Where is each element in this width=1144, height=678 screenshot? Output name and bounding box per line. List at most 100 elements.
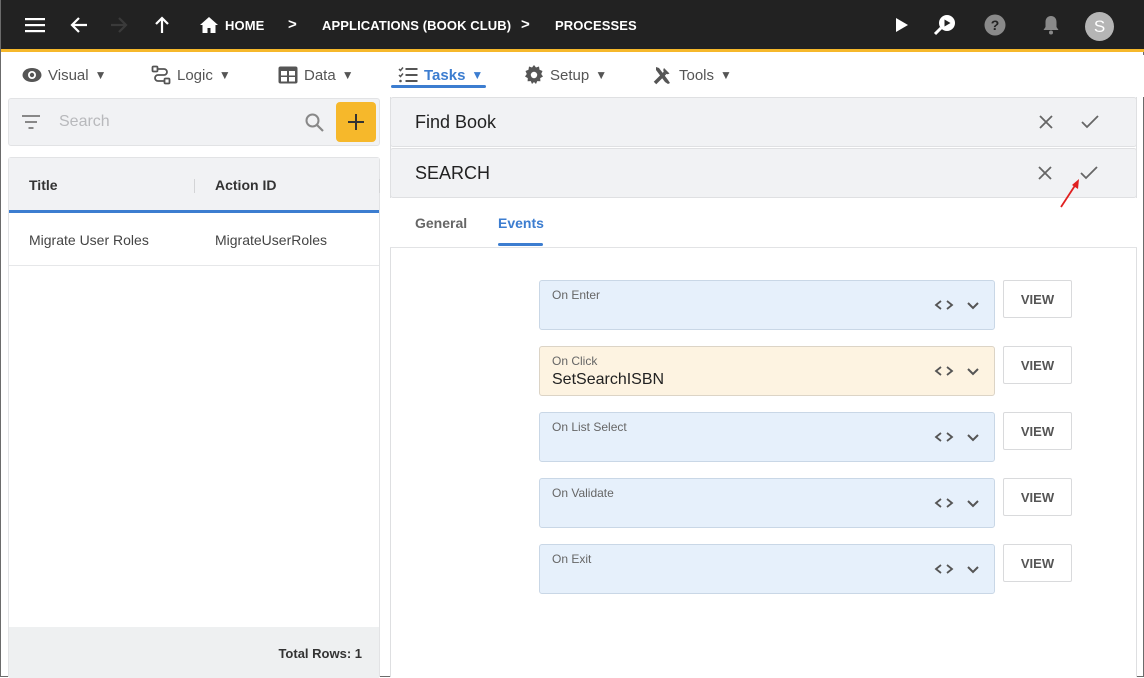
column-header-title[interactable]: Title — [29, 177, 58, 193]
list-footer: Total Rows: 1 — [9, 627, 379, 678]
search-input[interactable] — [59, 111, 289, 133]
menu-bar: Visual ▼ Logic ▼ Data ▼ Tasks ▼ Setup ▼ … — [1, 55, 1144, 134]
active-menu-indicator — [391, 85, 486, 88]
event-label: On List Select — [552, 420, 627, 434]
process-list: Title Action ID Migrate User Roles Migra… — [8, 157, 380, 678]
tab-events[interactable]: Events — [498, 215, 544, 231]
table-grid-icon — [278, 66, 298, 84]
view-button-on-enter[interactable]: VIEW — [1003, 280, 1072, 318]
active-tab-indicator — [498, 243, 543, 246]
check-icon — [1080, 166, 1098, 180]
column-divider[interactable] — [379, 179, 380, 193]
sub-form-title: SEARCH — [415, 163, 491, 183]
chevron-down-icon[interactable] — [966, 431, 980, 445]
view-button-on-list-select[interactable]: VIEW — [1003, 412, 1072, 450]
close-icon — [1039, 115, 1053, 129]
check-icon — [1081, 115, 1099, 129]
chevron-down-icon[interactable] — [966, 497, 980, 511]
logic-flow-icon — [151, 65, 171, 85]
event-field-on-exit[interactable]: On Exit — [539, 544, 995, 594]
menu-logic[interactable]: Logic ▼ — [151, 63, 231, 87]
dropdown-arrow-icon: ▼ — [341, 68, 354, 82]
run-search-icon[interactable] — [933, 13, 957, 37]
code-icon[interactable] — [934, 364, 954, 378]
close-icon — [1038, 166, 1052, 180]
menu-setup-label: Setup — [550, 66, 590, 84]
breadcrumb-home[interactable]: HOME — [225, 18, 264, 33]
chevron-down-icon[interactable] — [966, 365, 980, 379]
menu-data-label: Data — [304, 66, 336, 84]
dropdown-arrow-icon: ▼ — [720, 68, 732, 82]
menu-visual[interactable]: Visual ▼ — [22, 63, 106, 87]
svg-text:?: ? — [991, 17, 1000, 33]
eye-icon — [22, 68, 42, 82]
user-avatar[interactable]: S — [1085, 12, 1114, 41]
save-form-button[interactable] — [1078, 110, 1102, 134]
forward-arrow-icon[interactable] — [107, 13, 131, 37]
menu-data[interactable]: Data ▼ — [278, 63, 354, 87]
search-bar — [8, 98, 380, 146]
bell-icon[interactable] — [1039, 13, 1063, 37]
code-icon[interactable] — [934, 496, 954, 510]
tab-general[interactable]: General — [415, 215, 467, 231]
chevron-down-icon[interactable] — [966, 299, 980, 313]
back-arrow-icon[interactable] — [67, 13, 91, 37]
menu-icon[interactable] — [23, 13, 47, 37]
table-row[interactable]: Migrate User Roles MigrateUserRoles — [9, 216, 379, 266]
view-button-on-exit[interactable]: VIEW — [1003, 544, 1072, 582]
cell-action-id: MigrateUserRoles — [215, 232, 328, 248]
event-label: On Enter — [552, 288, 601, 302]
menu-tasks[interactable]: Tasks ▼ — [398, 63, 483, 87]
list-header: Title Action ID — [9, 158, 380, 213]
save-subform-button[interactable] — [1077, 161, 1101, 185]
help-icon[interactable]: ? — [983, 13, 1007, 37]
code-icon[interactable] — [934, 562, 954, 576]
total-rows: Total Rows: 1 — [278, 646, 362, 661]
up-arrow-icon[interactable] — [150, 13, 174, 37]
menu-visual-label: Visual — [48, 66, 89, 84]
view-button-on-click[interactable]: VIEW — [1003, 346, 1072, 384]
cell-title: Migrate User Roles — [29, 232, 149, 248]
menu-tasks-label: Tasks — [424, 66, 466, 84]
event-label: On Validate — [552, 486, 614, 500]
code-icon[interactable] — [934, 430, 954, 444]
breadcrumb-separator: > — [521, 16, 530, 33]
sub-form-header: SEARCH — [390, 148, 1137, 198]
event-field-on-validate[interactable]: On Validate — [539, 478, 995, 528]
tab-bar: General Events — [390, 198, 1137, 248]
search-icon[interactable] — [305, 113, 324, 132]
filter-icon[interactable] — [22, 115, 40, 129]
event-value: SetSearchISBN — [552, 371, 665, 388]
view-button-on-validate[interactable]: VIEW — [1003, 478, 1072, 516]
event-field-on-click[interactable]: On Click SetSearchISBN — [539, 346, 995, 396]
dropdown-arrow-icon: ▼ — [471, 68, 484, 82]
add-button[interactable] — [336, 102, 376, 142]
event-field-on-list-select[interactable]: On List Select — [539, 412, 995, 462]
event-field-on-enter[interactable]: On Enter — [539, 280, 995, 330]
plus-icon — [348, 114, 364, 130]
event-label: On Exit — [552, 552, 592, 566]
column-header-action-id[interactable]: Action ID — [215, 177, 276, 193]
menu-logic-label: Logic — [177, 66, 213, 84]
menu-tools[interactable]: Tools ▼ — [653, 63, 732, 87]
checklist-icon — [398, 67, 418, 83]
code-icon[interactable] — [934, 298, 954, 312]
event-label: On Click — [552, 354, 598, 368]
menu-tools-label: Tools — [679, 66, 715, 84]
dropdown-arrow-icon: ▼ — [595, 68, 608, 82]
breadcrumb-applications[interactable]: APPLICATIONS (BOOK CLUB) — [322, 18, 511, 33]
column-divider[interactable] — [194, 179, 195, 193]
gear-icon — [525, 65, 543, 84]
play-icon[interactable] — [890, 13, 914, 37]
tools-icon — [653, 67, 670, 85]
home-icon[interactable] — [197, 13, 221, 37]
menu-setup[interactable]: Setup ▼ — [524, 63, 607, 87]
close-subform-button[interactable] — [1033, 161, 1057, 185]
form-header: Find Book — [390, 97, 1137, 147]
top-bar: HOME > APPLICATIONS (BOOK CLUB) > PROCES… — [1, 0, 1144, 52]
form-title: Find Book — [415, 112, 497, 132]
chevron-down-icon[interactable] — [966, 563, 980, 577]
dropdown-arrow-icon: ▼ — [94, 68, 107, 82]
close-form-button[interactable] — [1034, 110, 1058, 134]
breadcrumb-processes: PROCESSES — [555, 18, 637, 33]
